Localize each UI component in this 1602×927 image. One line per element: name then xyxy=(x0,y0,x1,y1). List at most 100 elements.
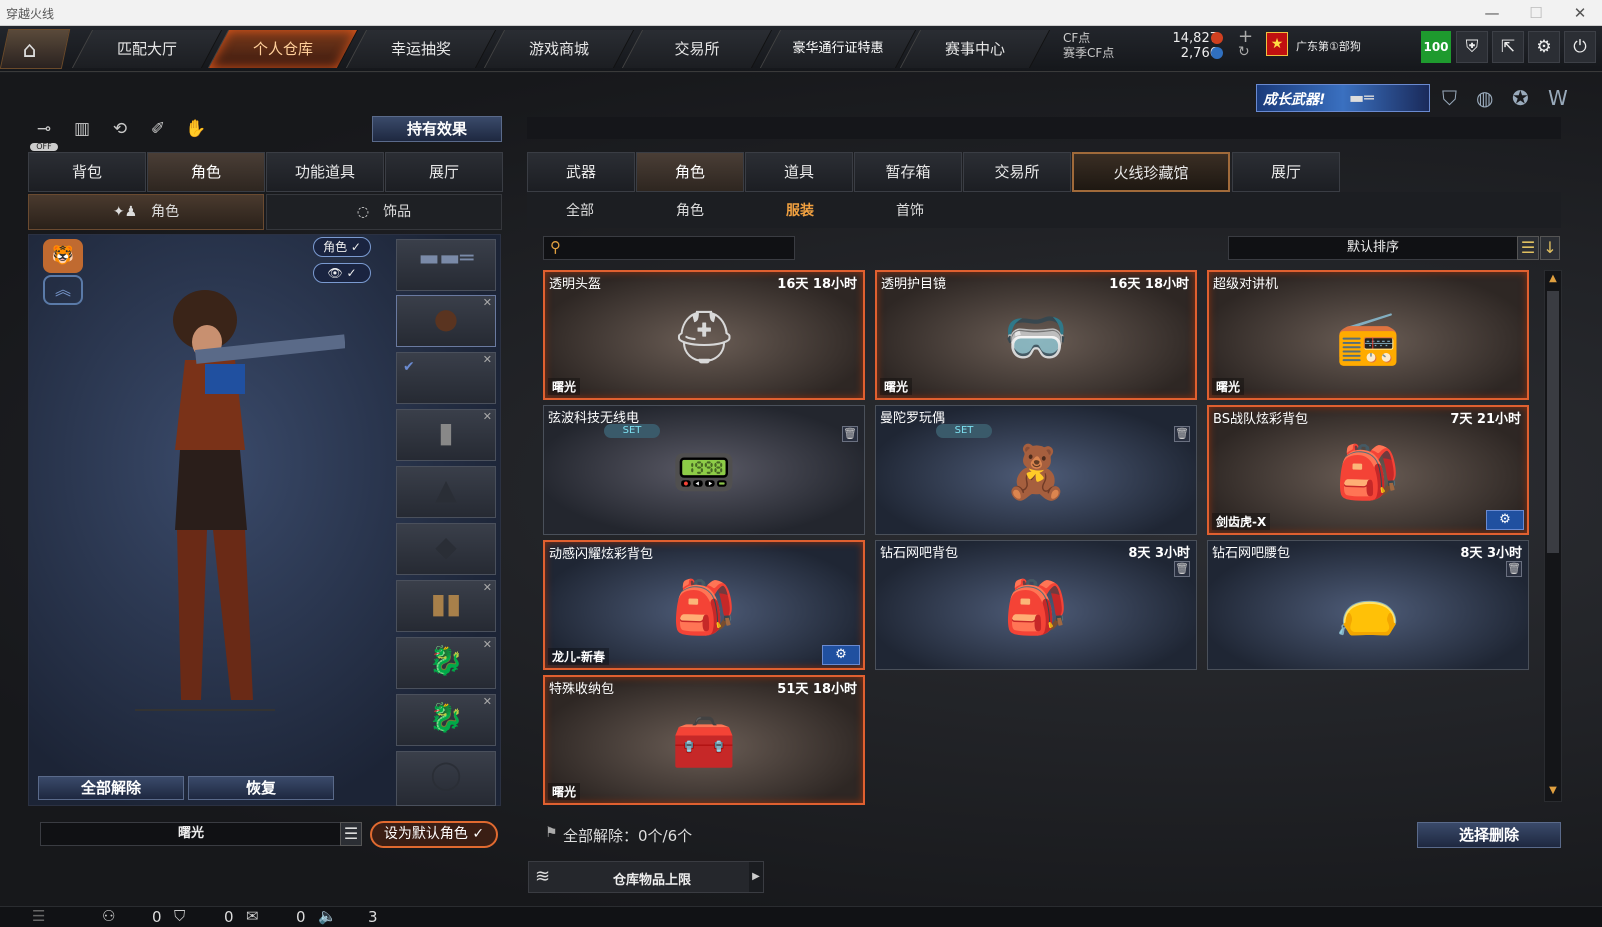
sort-list-icon[interactable]: ☰ xyxy=(1517,236,1539,260)
tab-exchange-right[interactable]: 交易所 xyxy=(963,152,1071,192)
tab-collection[interactable]: 火线珍藏馆 xyxy=(1072,152,1230,192)
hand-icon[interactable]: ✋ xyxy=(182,115,210,143)
power-button[interactable]: ⏻ xyxy=(1564,31,1596,63)
slot-radio[interactable]: ✕ ▮ xyxy=(396,409,496,461)
slot-dragon-silver[interactable]: ✕ 🐉 xyxy=(396,694,496,746)
slot-dragon-gold[interactable]: ✕ 🐉 xyxy=(396,637,496,689)
item-card[interactable]: 钻石网吧背包 8天 3小时 🎒 🗑 xyxy=(875,540,1197,670)
off-toggle-icon[interactable]: ⊸ OFF xyxy=(30,115,58,151)
podium-icon[interactable]: ▥ xyxy=(68,115,96,143)
slot-hair[interactable]: ✕ ● xyxy=(396,295,496,347)
item-card[interactable]: 动感闪耀炫彩背包 🎒 龙儿-新春 ⚙ xyxy=(543,540,865,670)
search-box[interactable]: ⚲ xyxy=(543,236,795,260)
item-name: 特殊收纳包 xyxy=(549,682,615,697)
item-card[interactable]: 钻石网吧腰包 8天 3小时 👝 🗑 xyxy=(1207,540,1529,670)
globe-icon[interactable]: ◍ xyxy=(1476,86,1493,110)
subtab-clothing[interactable]: 服装 xyxy=(750,200,850,220)
item-card[interactable]: BS战队炫彩背包 7天 21小时 🎒 剑齿虎-X ⚙ xyxy=(1207,405,1529,535)
w-logo-icon[interactable]: W xyxy=(1548,86,1568,110)
slot-weapon[interactable]: ▬▬═ xyxy=(396,239,496,291)
trash-icon[interactable]: 🗑 xyxy=(1174,561,1190,577)
unequip-all-button[interactable]: 全部解除 xyxy=(38,776,184,800)
item-card[interactable]: 透明护目镜 16天 18小时 🥽 曙光 xyxy=(875,270,1197,400)
tab-character[interactable]: 角色 xyxy=(147,152,265,192)
tab-showroom[interactable]: 展厅 xyxy=(385,152,503,192)
item-art-icon: 📟 xyxy=(671,443,737,503)
refresh-points-button[interactable]: ↻ xyxy=(1238,44,1250,60)
rotate-icon[interactable]: ⟲ xyxy=(106,115,134,143)
exit-button[interactable]: ⇱ xyxy=(1492,31,1524,63)
slot-pouches[interactable]: ✕ ▮▮ xyxy=(396,580,496,632)
scroll-thumb[interactable] xyxy=(1547,291,1559,553)
item-card[interactable]: 特殊收纳包 51天 18小时 🧰 曙光 xyxy=(543,675,865,805)
item-card[interactable]: 超级对讲机 📻 曙光 xyxy=(1207,270,1529,400)
expand-arrow-icon[interactable]: ▶ xyxy=(749,862,763,892)
maximize-button[interactable]: ☐ xyxy=(1514,0,1558,26)
item-owner-tag: 曙光 xyxy=(1212,378,1245,395)
role-visible-toggle[interactable]: 角色 ✓ xyxy=(313,237,371,257)
nav-tab-warehouse[interactable]: 个人仓库 xyxy=(207,30,359,68)
shield-button[interactable]: ⛨ xyxy=(1456,31,1488,63)
character-name-field[interactable]: 曙光 xyxy=(40,822,342,846)
restore-button[interactable]: 恢复 xyxy=(188,776,334,800)
item-card[interactable]: 弦波科技无线电 📟 SET 🗑 xyxy=(543,405,865,535)
tab-weapons[interactable]: 武器 xyxy=(527,152,635,192)
nav-tab-lottery[interactable]: 幸运抽奖 xyxy=(345,30,497,68)
trash-icon[interactable]: 🗑 xyxy=(1174,426,1190,442)
tab-showroom-right[interactable]: 展厅 xyxy=(1232,152,1340,192)
slot-vest[interactable]: ▲ xyxy=(396,466,496,518)
item-card[interactable]: 曼陀罗玩偶 🧸 SET 🗑 xyxy=(875,405,1197,535)
gear-icon[interactable]: ⚙ xyxy=(1486,510,1524,530)
slot-empty-1[interactable]: ✕ ✔ xyxy=(396,352,496,404)
close-button[interactable]: ✕ xyxy=(1558,0,1602,26)
trash-icon[interactable]: 🗑 xyxy=(1506,561,1522,577)
minimize-button[interactable]: — xyxy=(1470,0,1514,26)
top-nav: ⌂ 匹配大厅 个人仓库 幸运抽奖 游戏商城 交易所 豪华通行证特惠 赛事中心 xyxy=(0,26,1602,72)
scroll-down-icon[interactable]: ▼ xyxy=(1547,785,1559,799)
menu-icon[interactable]: ☰ xyxy=(32,907,45,925)
tab-function-items[interactable]: 功能道具 xyxy=(266,152,384,192)
gear-icon[interactable]: ⚙ xyxy=(822,645,860,665)
nav-tab-exchange[interactable]: 交易所 xyxy=(621,30,773,68)
slot-body[interactable]: ◆ xyxy=(396,523,496,575)
item-grid-scrollbar[interactable]: ▲ ▼ xyxy=(1544,270,1562,802)
subtab-accessories[interactable]: ◌ 饰品 xyxy=(266,194,502,230)
volume-icon[interactable]: 🔈 xyxy=(318,907,337,925)
home-button[interactable]: ⌂ xyxy=(0,29,71,69)
trash-icon[interactable]: 🗑 xyxy=(842,426,858,442)
nav-tab-events[interactable]: 赛事中心 xyxy=(899,30,1051,68)
friends-icon[interactable]: ⚇ xyxy=(102,907,115,925)
settings-button[interactable]: ⚙ xyxy=(1528,31,1560,63)
capacity-bar[interactable]: ≋ 仓库物品上限 ▶ xyxy=(528,861,764,893)
chat-icon[interactable]: ✉ xyxy=(246,907,259,925)
tab-backpack[interactable]: 背包 xyxy=(28,152,146,192)
item-art-icon: 🧰 xyxy=(671,713,737,773)
nav-tab-match-hall[interactable]: 匹配大厅 xyxy=(71,30,223,68)
select-delete-button[interactable]: 选择删除 xyxy=(1417,822,1561,848)
nav-tab-shop[interactable]: 游戏商城 xyxy=(483,30,635,68)
list-menu-icon[interactable]: ☰ xyxy=(340,822,362,846)
subtab-character[interactable]: ✦♟ 角色 xyxy=(28,194,264,230)
slot-ring[interactable]: ◯ xyxy=(396,751,496,806)
tab-items[interactable]: 道具 xyxy=(745,152,853,192)
growth-weapon-banner[interactable]: 成长武器! ▬═ xyxy=(1256,84,1430,112)
scroll-up-icon[interactable]: ▲ xyxy=(1547,273,1559,287)
hold-effect-button[interactable]: 持有效果 xyxy=(372,116,502,142)
search-input[interactable] xyxy=(570,239,790,257)
clan-icon[interactable]: ⛉ xyxy=(174,907,185,925)
wings-emblem-icon[interactable]: ︽ xyxy=(43,275,83,305)
set-default-character-button[interactable]: 设为默认角色 ✓ xyxy=(370,821,498,848)
nav-tab-pass[interactable]: 豪华通行证特惠 xyxy=(759,30,917,68)
tab-character-right[interactable]: 角色 xyxy=(636,152,744,192)
tab-storage[interactable]: 暂存箱 xyxy=(854,152,962,192)
badge-icon[interactable]: ⛉ xyxy=(1442,86,1457,110)
item-card[interactable]: 透明头盔 16天 18小时 ⛑ 曙光 xyxy=(543,270,865,400)
compass-icon[interactable]: ✪ xyxy=(1512,86,1529,110)
subtab-jewelry[interactable]: 首饰 xyxy=(860,200,960,220)
sort-direction-icon[interactable]: ↓ xyxy=(1540,236,1560,260)
tiger-emblem-icon[interactable]: 🐯 xyxy=(43,239,83,273)
pose-icon[interactable]: ✐ xyxy=(144,115,172,143)
subtab-role[interactable]: 角色 xyxy=(640,200,740,220)
sort-dropdown[interactable]: 默认排序 xyxy=(1228,236,1518,260)
subtab-all[interactable]: 全部 xyxy=(530,200,630,220)
